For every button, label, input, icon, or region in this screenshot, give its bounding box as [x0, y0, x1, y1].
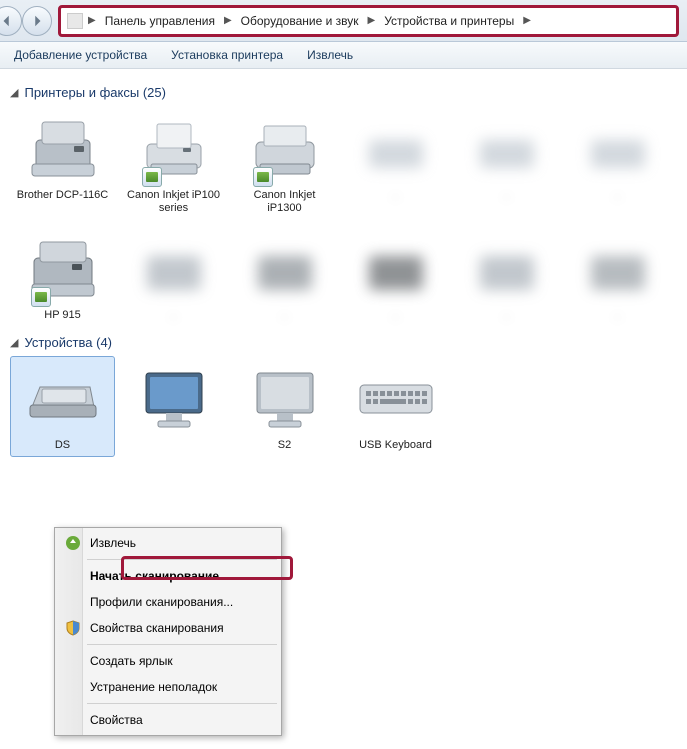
- breadcrumb-item[interactable]: Оборудование и звук: [237, 12, 363, 30]
- printer-item-blurred[interactable]: ...: [565, 226, 670, 327]
- scanner-icon: [28, 377, 98, 421]
- cm-eject[interactable]: Извлечь: [57, 530, 279, 556]
- printer-item-blurred[interactable]: ...: [454, 106, 559, 220]
- printer-item-blurred[interactable]: ...: [121, 226, 226, 327]
- command-toolbar: Добавление устройства Установка принтера…: [0, 42, 687, 69]
- section-title: Принтеры и факсы: [24, 85, 139, 100]
- cm-scan-profiles[interactable]: Профили сканирования...: [57, 589, 279, 615]
- cm-create-shortcut[interactable]: Создать ярлык: [57, 648, 279, 674]
- photo-badge-icon: [253, 167, 273, 187]
- device-item-keyboard[interactable]: USB Keyboard: [343, 356, 448, 457]
- eject-icon: [64, 534, 82, 552]
- keyboard-icon: [358, 381, 434, 417]
- back-button[interactable]: [0, 6, 22, 36]
- context-menu: Извлечь Начать сканирование Профили скан…: [54, 527, 282, 736]
- chevron-right-icon: ▶: [368, 15, 376, 26]
- printer-item-blurred[interactable]: ...: [454, 226, 559, 327]
- collapse-icon: ◢: [10, 336, 18, 349]
- breadcrumb-item[interactable]: Панель управления: [101, 12, 219, 30]
- section-header-printers[interactable]: ◢ Принтеры и факсы (25): [10, 85, 677, 100]
- monitor-icon: [142, 369, 206, 429]
- chevron-right-icon: ▶: [88, 15, 96, 26]
- printers-grid: Brother DCP-116C Canon Inkjet iP100 seri…: [10, 106, 677, 327]
- collapse-icon: ◢: [10, 86, 18, 99]
- add-printer-button[interactable]: Установка принтера: [171, 48, 283, 62]
- printer-item[interactable]: Canon Inkjet iP100 series: [121, 106, 226, 220]
- eject-button[interactable]: Извлечь: [307, 48, 353, 62]
- devices-grid: DS S2: [10, 356, 677, 457]
- chevron-right-icon: ▶: [523, 15, 531, 26]
- cm-scan-properties[interactable]: Свойства сканирования: [57, 615, 279, 641]
- cm-properties[interactable]: Свойства: [57, 707, 279, 733]
- printer-item[interactable]: HP 915: [10, 226, 115, 327]
- printer-item-blurred[interactable]: ...: [343, 226, 448, 327]
- navigation-bar: ▶ Панель управления ▶ Оборудование и зву…: [0, 0, 687, 42]
- photo-badge-icon: [142, 167, 162, 187]
- section-header-devices[interactable]: ◢ Устройства (4): [10, 335, 677, 350]
- highlight-annotation: [121, 556, 293, 580]
- control-panel-icon: [67, 13, 83, 29]
- printer-item-blurred[interactable]: ...: [232, 226, 337, 327]
- breadcrumb-item[interactable]: Устройства и принтеры: [380, 12, 518, 30]
- device-item-scanner[interactable]: DS: [10, 356, 115, 457]
- section-title: Устройства: [24, 335, 92, 350]
- breadcrumb[interactable]: ▶ Панель управления ▶ Оборудование и зву…: [58, 5, 679, 37]
- shield-icon: [64, 619, 82, 637]
- section-count: (25): [143, 85, 166, 100]
- monitor-icon: [253, 369, 317, 429]
- device-item-monitor[interactable]: [121, 356, 226, 457]
- add-device-button[interactable]: Добавление устройства: [14, 48, 147, 62]
- printer-item[interactable]: Canon Inkjet iP1300: [232, 106, 337, 220]
- printer-icon: [28, 118, 98, 180]
- chevron-right-icon: ▶: [224, 15, 232, 26]
- printer-item-blurred[interactable]: ...: [343, 106, 448, 220]
- device-item-monitor[interactable]: S2: [232, 356, 337, 457]
- photo-badge-icon: [31, 287, 51, 307]
- cm-troubleshoot[interactable]: Устранение неполадок: [57, 674, 279, 700]
- printer-item-blurred[interactable]: ...: [565, 106, 670, 220]
- forward-button[interactable]: [22, 6, 52, 36]
- printer-item[interactable]: Brother DCP-116C: [10, 106, 115, 220]
- section-count: (4): [96, 335, 112, 350]
